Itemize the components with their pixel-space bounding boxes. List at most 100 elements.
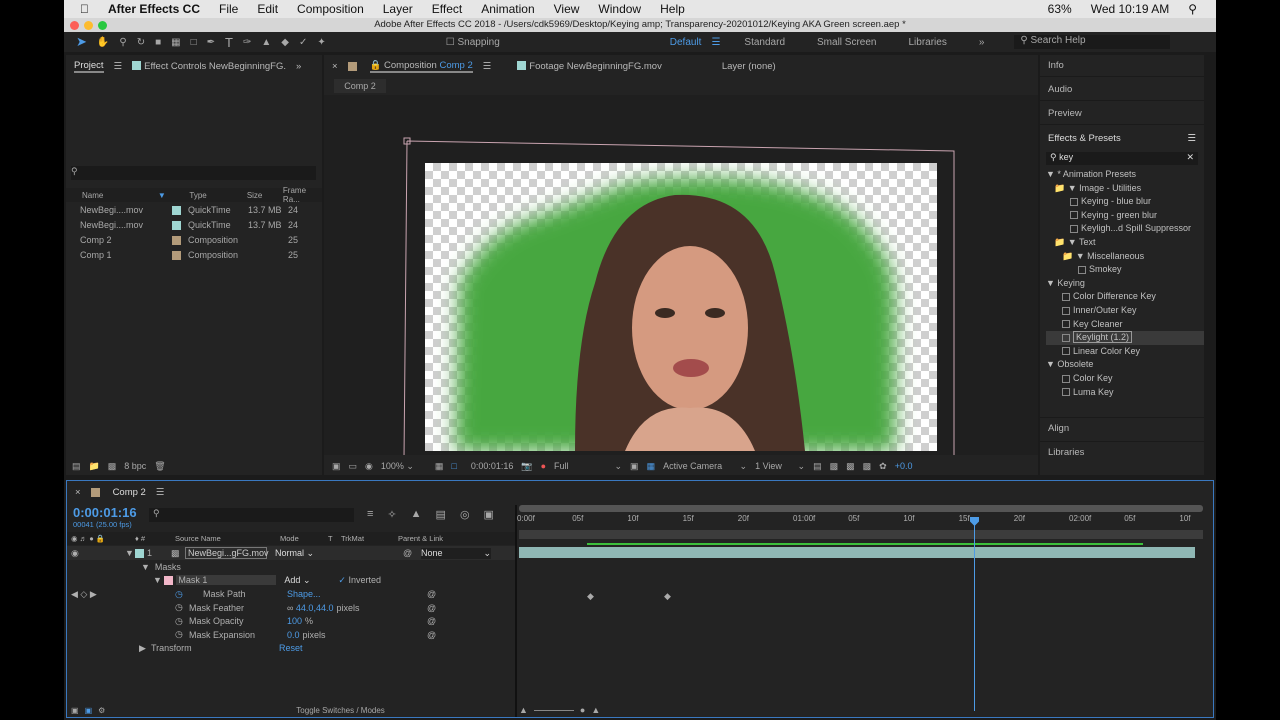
tab-footage[interactable]: Footage NewBeginningFG.mov: [517, 61, 662, 72]
interpret-footage-icon[interactable]: ▤: [72, 461, 81, 472]
layer-row[interactable]: ◉ ▼ 1 ▩ NewBegi...gFG.mov Normal ⌄ @ Non…: [67, 546, 515, 560]
comp-viewer[interactable]: [324, 95, 1038, 455]
menu-animation[interactable]: Animation: [481, 2, 534, 16]
effects-tree-item[interactable]: 📁 ▼ Miscellaneous: [1046, 250, 1204, 264]
menu-file[interactable]: File: [219, 2, 238, 16]
effects-presets-title[interactable]: Effects & Presets: [1048, 133, 1121, 144]
more-workspaces-icon[interactable]: »: [979, 37, 985, 48]
layer-switches-icon[interactable]: ▣: [71, 706, 79, 715]
layer-duration-bar[interactable]: [519, 547, 1195, 558]
mask-outline[interactable]: [324, 95, 1038, 455]
new-composition-icon[interactable]: ▩: [108, 461, 117, 472]
tab-project[interactable]: Project: [74, 60, 104, 73]
mask-property-row[interactable]: ◷ Mask Path Shape... @: [175, 587, 515, 601]
close-tab-icon[interactable]: ×: [332, 61, 338, 72]
trash-icon[interactable]: 🗑: [154, 461, 165, 472]
workspace-standard[interactable]: Standard: [744, 37, 785, 48]
audio-panel[interactable]: Audio: [1040, 79, 1204, 101]
inverted-checkbox[interactable]: ✓ Inverted: [338, 575, 381, 586]
clock[interactable]: Wed 10:19 AM: [1091, 2, 1170, 16]
workspace-small-screen[interactable]: Small Screen: [817, 37, 876, 48]
clone-stamp-tool-icon[interactable]: ▲: [261, 37, 271, 48]
effects-tree-item[interactable]: Luma Key: [1046, 386, 1204, 400]
transform-reset-button[interactable]: Reset: [279, 641, 303, 655]
resolution-dropdown[interactable]: Full ⌄: [554, 461, 622, 472]
column-name[interactable]: Name: [82, 191, 158, 200]
grid-icon[interactable]: ▦: [435, 461, 444, 472]
current-time[interactable]: 0:00:01:16: [471, 461, 514, 471]
toggle-switches-modes-button[interactable]: Toggle Switches / Modes: [296, 706, 385, 715]
motion-blur-icon[interactable]: ◎: [460, 508, 470, 521]
column-mode[interactable]: Mode: [280, 534, 328, 543]
column-t[interactable]: T: [328, 534, 341, 543]
keyframe-2[interactable]: ◆: [664, 591, 671, 602]
mask-property-row[interactable]: ◷ Mask Expansion 0.0 pixels @: [175, 628, 515, 642]
search-icon[interactable]: ⚲: [1188, 2, 1197, 16]
graph-editor-icon[interactable]: ▣: [484, 508, 494, 521]
layer-name[interactable]: NewBegi...gFG.mov: [185, 547, 269, 559]
menu-window[interactable]: Window: [598, 2, 641, 16]
column-parent[interactable]: Parent & Link: [398, 534, 443, 543]
project-search-input[interactable]: ⚲: [71, 166, 316, 180]
tab-effect-controls[interactable]: Effect Controls NewBeginningFG.: [132, 61, 286, 72]
menu-view[interactable]: View: [554, 2, 580, 16]
playhead[interactable]: [974, 521, 975, 711]
time-ruler[interactable]: 0:00f 05f 10f 15f 20f 01:00f 05f 10f 15f 20f 02:00…: [517, 514, 1207, 528]
snapping-checkbox[interactable]: ☐ Snapping: [446, 37, 500, 48]
mask-1-row[interactable]: ▼ Mask 1 Add ⌄ ✓ Inverted: [153, 573, 515, 587]
mask-mode-dropdown[interactable]: Add ⌄: [284, 575, 332, 586]
menu-help[interactable]: Help: [660, 2, 685, 16]
eraser-tool-icon[interactable]: ◆: [281, 37, 289, 48]
align-panel[interactable]: Align: [1040, 417, 1204, 439]
project-item[interactable]: NewBegi....mov QuickTime 13.7 MB 24: [66, 203, 322, 217]
flowchart-icon[interactable]: ▩: [863, 461, 872, 472]
mask-toggle-icon[interactable]: □: [451, 461, 456, 471]
libraries-panel[interactable]: Libraries: [1040, 441, 1204, 463]
pen-tool-icon[interactable]: ✒: [207, 37, 215, 48]
search-help-field[interactable]: ⚲ Search Help: [1014, 35, 1171, 49]
effects-tree-item[interactable]: ▼ Keying: [1046, 277, 1204, 291]
prop-value[interactable]: 44.0,44.0: [296, 603, 334, 613]
menu-edit[interactable]: Edit: [257, 2, 278, 16]
timeline-zoom-slider[interactable]: ▲ ● ▲: [519, 705, 600, 715]
effects-tree-item[interactable]: 📁 ▼ Image - Utilities: [1046, 182, 1204, 196]
rectangle-tool-icon[interactable]: □: [191, 37, 197, 48]
timeline-current-time[interactable]: 0:00:01:16: [73, 505, 137, 520]
effects-search-input[interactable]: ⚲ key ✕: [1046, 152, 1198, 165]
region-of-interest-icon[interactable]: ▣: [630, 461, 639, 472]
menu-composition[interactable]: Composition: [297, 2, 364, 16]
column-type[interactable]: Type: [189, 191, 246, 200]
column-trkmat[interactable]: TrkMat: [341, 534, 398, 543]
workspace-libraries[interactable]: Libraries: [908, 37, 946, 48]
toggle-pixel-aspect-icon[interactable]: ▤: [813, 461, 822, 472]
snapshot-icon[interactable]: 📷: [521, 461, 532, 472]
prop-value[interactable]: 0.0: [287, 630, 300, 640]
battery-status[interactable]: 63%: [1048, 2, 1072, 16]
transform-group[interactable]: ▶ Transform: [139, 641, 192, 655]
effects-tree-item[interactable]: Keying - green blur: [1046, 209, 1204, 223]
minimize-window-button[interactable]: [84, 21, 93, 30]
workspace-default[interactable]: Default: [670, 37, 702, 48]
draft-3d-icon[interactable]: ✧: [387, 508, 396, 521]
keyframe-navigator[interactable]: ◀ ◇ ▶: [71, 587, 97, 601]
bpc-label[interactable]: 8 bpc: [124, 461, 146, 471]
new-folder-icon[interactable]: 📁: [89, 461, 100, 472]
more-tabs-icon[interactable]: »: [296, 61, 301, 72]
apple-icon[interactable]: : [80, 2, 89, 16]
column-frame-rate[interactable]: Frame Ra...: [283, 186, 322, 204]
mask-visibility-icon[interactable]: ◉: [365, 461, 373, 472]
camera-dropdown[interactable]: Active Camera ⌄: [663, 461, 747, 472]
column-size[interactable]: Size: [247, 191, 283, 200]
menu-layer[interactable]: Layer: [383, 2, 413, 16]
tab-composition[interactable]: 🔒 Composition Comp 2: [369, 60, 473, 73]
effects-tree-item[interactable]: 📁 ▼ Text: [1046, 236, 1204, 250]
close-window-button[interactable]: [70, 21, 79, 30]
stopwatch-icon[interactable]: ◷: [175, 629, 187, 640]
effects-tree-item[interactable]: Keying - blue blur: [1046, 195, 1204, 209]
shy-layers-icon[interactable]: ▲: [411, 508, 422, 521]
project-item[interactable]: NewBegi....mov QuickTime 13.7 MB 24: [66, 218, 322, 232]
roto-brush-tool-icon[interactable]: ✓: [299, 37, 307, 48]
time-navigator[interactable]: [519, 530, 1203, 539]
effects-tree-item[interactable]: ▼ Obsolete: [1046, 358, 1204, 372]
zoom-window-button[interactable]: [98, 21, 107, 30]
